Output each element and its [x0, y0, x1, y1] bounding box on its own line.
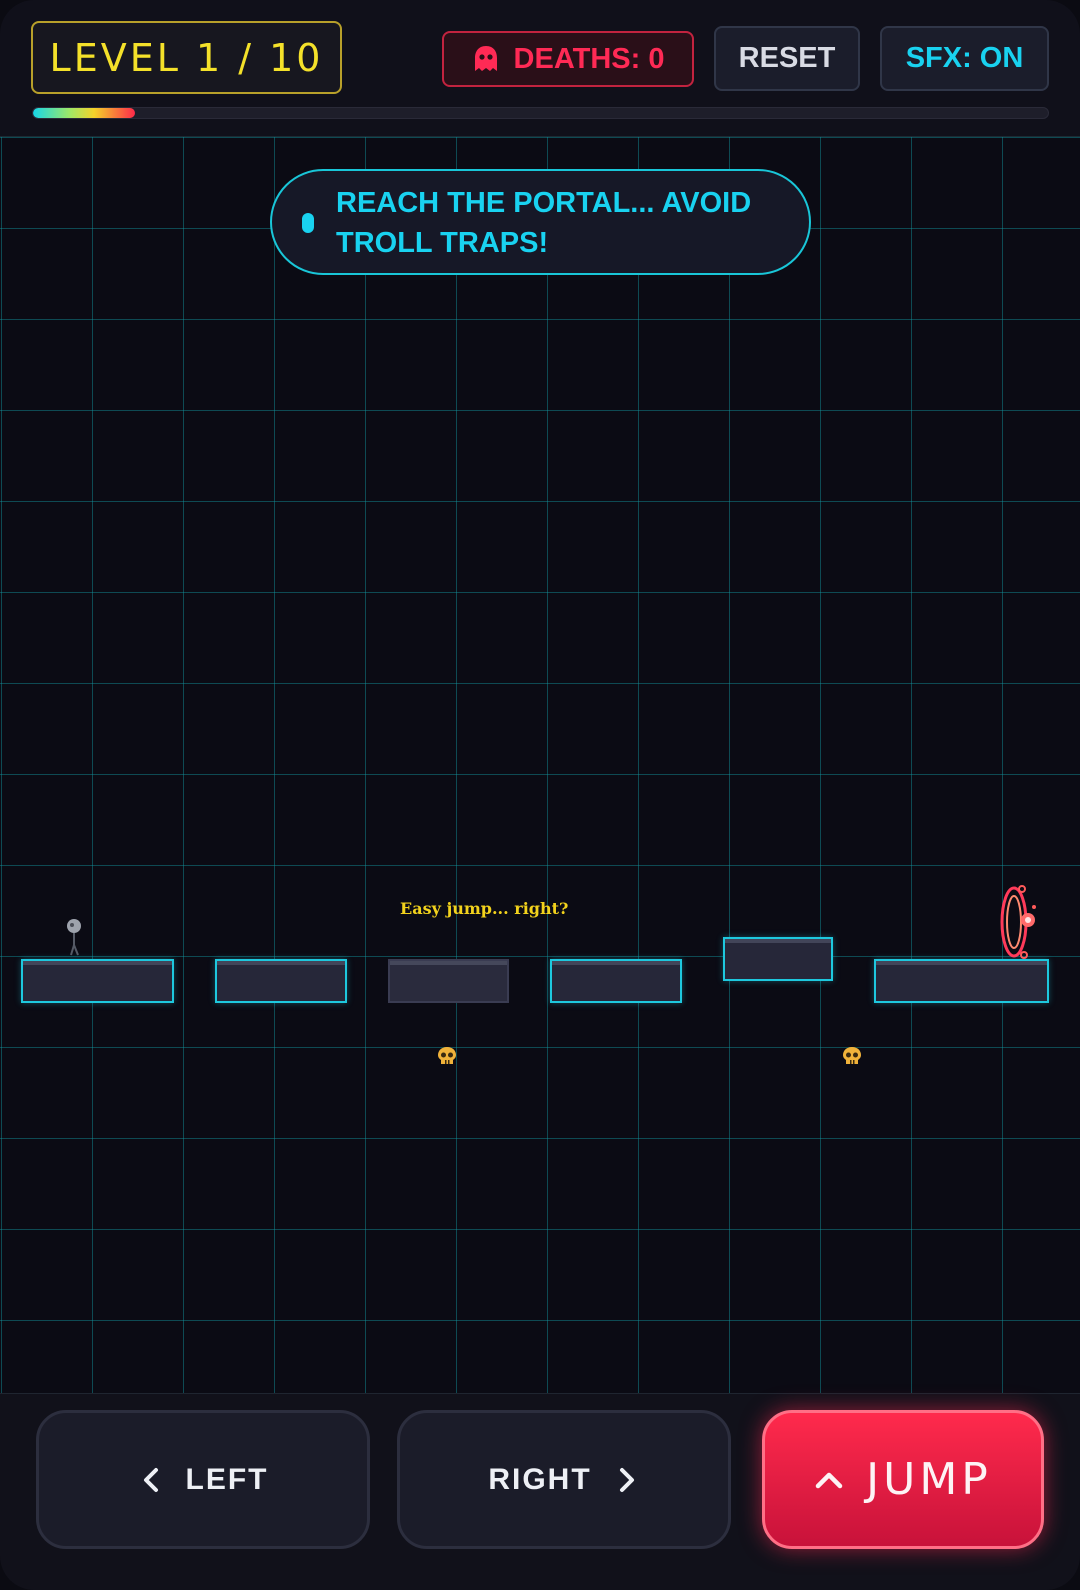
- level-progress-bar: [32, 107, 1049, 119]
- player-character: [67, 919, 81, 956]
- hint-text: REACH THE PORTAL... AVOID TROLL TRAPS!: [336, 187, 752, 259]
- chevron-up-icon: [815, 1472, 843, 1488]
- right-label: RIGHT: [488, 1462, 592, 1496]
- platform: [215, 959, 347, 1003]
- deaths-label: DEATHS: 0: [513, 42, 665, 75]
- chevron-left-icon: [143, 1467, 158, 1492]
- platform: [550, 959, 682, 1003]
- skull-icon: [438, 1047, 456, 1064]
- exit-portal: [1000, 885, 1036, 959]
- left-label: LEFT: [185, 1462, 269, 1496]
- trap-platform: [388, 959, 509, 1003]
- chevron-right-icon: [619, 1467, 634, 1492]
- jump-button[interactable]: JUMP: [762, 1410, 1044, 1549]
- control-bar: LEFT RIGHT JUMP: [0, 1393, 1080, 1590]
- platform: [21, 959, 174, 1003]
- deaths-counter: DEATHS: 0: [442, 31, 694, 87]
- troll-message: Easy jump... right?: [400, 899, 569, 918]
- hint-dot-icon: [302, 213, 314, 233]
- game-screen: LEVEL 1 / 10 DEATHS: 0 RESET SFX: ON REA…: [0, 0, 1080, 1590]
- sfx-toggle-button[interactable]: SFX: ON: [880, 26, 1049, 91]
- ghost-icon: [474, 46, 497, 71]
- goal-platform: [874, 959, 1049, 1003]
- game-canvas: REACH THE PORTAL... AVOID TROLL TRAPS! E…: [0, 137, 1080, 1393]
- reset-button[interactable]: RESET: [714, 26, 860, 91]
- level-indicator: LEVEL 1 / 10: [31, 21, 342, 94]
- platform: [723, 937, 833, 981]
- top-bar: LEVEL 1 / 10 DEATHS: 0 RESET SFX: ON: [0, 0, 1080, 137]
- move-right-button[interactable]: RIGHT: [397, 1410, 731, 1549]
- level-progress-fill: [33, 108, 135, 118]
- move-left-button[interactable]: LEFT: [36, 1410, 370, 1549]
- jump-label: JUMP: [866, 1454, 992, 1505]
- skull-icon: [843, 1047, 861, 1064]
- objective-hint: REACH THE PORTAL... AVOID TROLL TRAPS!: [270, 169, 811, 275]
